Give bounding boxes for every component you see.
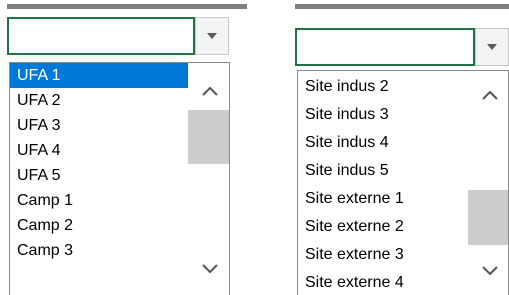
left-scrollbar[interactable] bbox=[188, 63, 229, 295]
list-item-site-externe-2[interactable]: Site externe 2 bbox=[298, 213, 468, 241]
left-scroll-thumb[interactable] bbox=[188, 110, 229, 164]
chevron-down-icon bbox=[487, 44, 497, 50]
list-item-camp-3[interactable]: Camp 3 bbox=[10, 238, 188, 263]
right-dropdown-button[interactable] bbox=[475, 28, 509, 66]
chevron-up-icon bbox=[201, 86, 218, 96]
left-combo-box[interactable] bbox=[7, 17, 229, 55]
top-border-right bbox=[295, 4, 509, 9]
list-item-ufa-5[interactable]: UFA 5 bbox=[10, 163, 188, 188]
list-item-site-externe-3[interactable]: Site externe 3 bbox=[298, 241, 468, 269]
top-border-left bbox=[7, 4, 247, 9]
chevron-up-icon bbox=[481, 90, 498, 100]
list-item-site-indus-5[interactable]: Site indus 5 bbox=[298, 157, 468, 185]
right-combo-input[interactable] bbox=[295, 28, 475, 66]
list-item-camp-2[interactable]: Camp 2 bbox=[10, 213, 188, 238]
list-item-ufa-1[interactable]: UFA 1 bbox=[10, 63, 188, 88]
list-item-ufa-2[interactable]: UFA 2 bbox=[10, 88, 188, 113]
right-scroll-down-button[interactable] bbox=[468, 253, 508, 289]
left-scroll-up-button[interactable] bbox=[188, 73, 229, 109]
left-dropdown-list[interactable]: UFA 1 UFA 2 UFA 3 UFA 4 UFA 5 Camp 1 Cam… bbox=[9, 62, 230, 295]
right-scroll-thumb[interactable] bbox=[468, 190, 508, 245]
right-scroll-up-button[interactable] bbox=[468, 77, 508, 113]
list-item-site-indus-4[interactable]: Site indus 4 bbox=[298, 129, 468, 157]
left-combo-input[interactable] bbox=[7, 17, 195, 55]
list-item-ufa-3[interactable]: UFA 3 bbox=[10, 113, 188, 138]
left-dropdown-button[interactable] bbox=[195, 17, 229, 55]
right-combo-box[interactable] bbox=[295, 28, 509, 66]
list-item-site-indus-3[interactable]: Site indus 3 bbox=[298, 101, 468, 129]
list-item-site-externe-4[interactable]: Site externe 4 bbox=[298, 269, 468, 295]
list-item-ufa-4[interactable]: UFA 4 bbox=[10, 138, 188, 163]
chevron-down-icon bbox=[481, 266, 498, 276]
right-dropdown-list[interactable]: Site indus 2 Site indus 3 Site indus 4 S… bbox=[297, 70, 509, 295]
right-scrollbar[interactable] bbox=[468, 71, 508, 295]
chevron-down-icon bbox=[207, 33, 217, 39]
list-item-site-indus-2[interactable]: Site indus 2 bbox=[298, 73, 468, 101]
chevron-down-icon bbox=[201, 264, 218, 274]
list-item-camp-1[interactable]: Camp 1 bbox=[10, 188, 188, 213]
left-scroll-down-button[interactable] bbox=[188, 251, 229, 287]
list-item-site-externe-1[interactable]: Site externe 1 bbox=[298, 185, 468, 213]
